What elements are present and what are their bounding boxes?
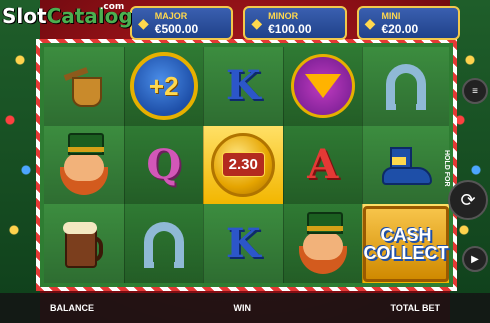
spin-button[interactable]: ⟳	[448, 180, 488, 220]
leprechaun-icon	[295, 211, 351, 276]
site-logo: SlotCatalog .com	[2, 2, 133, 28]
jackpot-mini: ◆ MINI €20.00	[356, 6, 460, 40]
menu-button[interactable]: ≡	[462, 78, 488, 104]
symbol-leprechaun	[282, 204, 362, 283]
symbol-leprechaun	[44, 125, 124, 205]
pipe-icon	[63, 67, 104, 108]
decor-tree-left	[0, 0, 40, 323]
jackpot-minor: ◆ MINOR €100.00	[243, 6, 347, 40]
symbol-boot	[362, 125, 449, 205]
symbol-mug	[44, 204, 124, 283]
boot-icon	[382, 146, 432, 185]
bottom-bar: BALANCE WIN TOTAL BET	[0, 293, 490, 323]
beer-mug-icon	[62, 221, 103, 268]
jackpot-bar: ◆ MAJOR €500.00 ◆ MINOR €100.00 ◆ MINI €20.…	[130, 6, 460, 40]
symbol-plus2: +2	[123, 47, 203, 126]
horseshoe-icon	[386, 64, 426, 111]
hold-for-label: HOLD FOR	[443, 150, 450, 187]
balance-label: BALANCE	[50, 303, 94, 313]
symbol-pipe	[44, 47, 124, 126]
reel-grid: +2 K Q 2.30 A K CASH COLLECT	[44, 47, 449, 283]
refresh-icon: ⟳	[460, 189, 476, 210]
diamond-icon	[290, 54, 355, 119]
symbol-diamond	[282, 47, 362, 126]
symbol-cash-collect: CASH COLLECT	[362, 204, 449, 283]
horseshoe-icon	[143, 221, 184, 268]
leprechaun-icon	[56, 132, 112, 197]
jackpot-major: ◆ MAJOR €500.00	[130, 6, 234, 40]
diamond-icon: ◆	[364, 14, 376, 31]
win-label: WIN	[233, 303, 252, 313]
symbol-q: Q	[123, 125, 203, 205]
symbol-cash-coin: 2.30	[203, 125, 283, 205]
total-bet-label[interactable]: TOTAL BET	[391, 303, 441, 313]
reel-frame: +2 K Q 2.30 A K CASH COLLECT	[36, 39, 457, 291]
diamond-icon: ◆	[251, 14, 263, 31]
symbol-k: K	[203, 47, 283, 126]
symbol-a: A	[282, 125, 362, 205]
symbol-k: K	[203, 204, 283, 283]
turbo-button[interactable]: ▶	[462, 246, 488, 272]
symbol-horseshoe	[362, 47, 449, 126]
symbol-horseshoe	[123, 204, 203, 283]
diamond-icon: ◆	[138, 14, 149, 31]
